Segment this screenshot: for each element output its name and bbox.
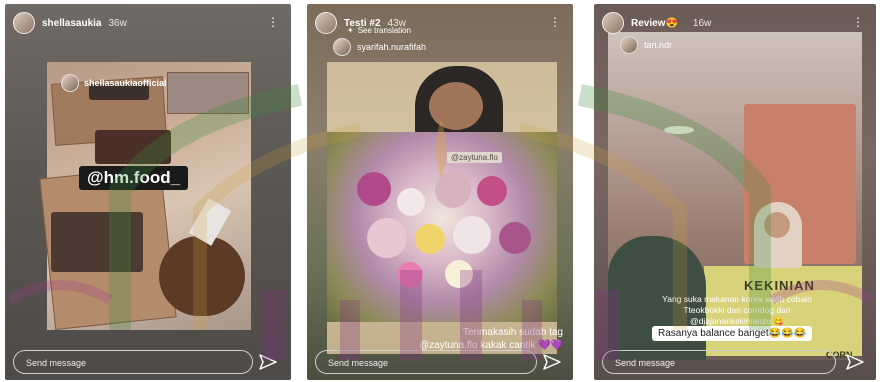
- avatar: [333, 38, 351, 56]
- flower: [453, 216, 491, 254]
- flower: [435, 172, 471, 208]
- flower: [499, 222, 531, 254]
- story-caption: Yang suka makanan korea wajib cobain Tte…: [652, 294, 822, 327]
- caption-line: Terimakasih sudah tag: [462, 327, 563, 338]
- avatar[interactable]: [315, 12, 337, 34]
- flower-bouquet: [327, 132, 557, 322]
- flower: [397, 188, 425, 216]
- avatar[interactable]: [602, 12, 624, 34]
- food-tray: [51, 212, 143, 272]
- story-caption: Terimakasih sudah tag @zaytuna.flo kakak…: [419, 326, 563, 352]
- food-tray: [95, 130, 171, 164]
- translation-label: See translation: [357, 26, 412, 35]
- story-header: Review😍 16w: [602, 12, 711, 34]
- story-photo: [39, 62, 251, 330]
- reply-input[interactable]: Send message: [602, 350, 836, 374]
- repost-username: syarifah.nurafifah: [357, 42, 427, 52]
- mention-username: shellasaukiaofficial: [84, 78, 167, 88]
- flower: [367, 218, 407, 258]
- flower: [397, 262, 423, 288]
- avatar[interactable]: [13, 12, 35, 34]
- avatar: [61, 74, 79, 92]
- food-box: [167, 72, 249, 114]
- caption-line: Yang suka makanan korea wajib cobain: [662, 294, 812, 304]
- translate-icon: ✦: [347, 26, 354, 35]
- mention-tag[interactable]: shellasaukiaofficial: [61, 74, 167, 92]
- story-card-2[interactable]: Testi #2 43w ⋮ ✦ See translation syarifa…: [307, 4, 573, 380]
- flower: [357, 172, 391, 206]
- story-card-3[interactable]: KEKINIAN CORN Review😍 16w ⋮ tari.ndr Yan…: [594, 4, 876, 380]
- send-icon[interactable]: [543, 354, 561, 370]
- story-card-1[interactable]: shellasaukia 36w ⋮ shellasaukiaofficial …: [5, 4, 291, 380]
- more-vertical-icon[interactable]: ⋮: [549, 16, 561, 28]
- username[interactable]: Review😍: [631, 18, 678, 29]
- banner-text: KEKINIAN: [744, 278, 815, 293]
- more-vertical-icon[interactable]: ⋮: [852, 16, 864, 28]
- caption-highlight: Rasanya balance banget😂😂😂: [652, 326, 812, 341]
- flower: [445, 260, 473, 288]
- reply-input[interactable]: Send message: [315, 350, 537, 374]
- mention-sticker[interactable]: @zaytuna.flo: [447, 152, 502, 163]
- send-icon[interactable]: [259, 354, 277, 370]
- send-icon[interactable]: [846, 354, 864, 370]
- person-face: [764, 212, 790, 238]
- story-header: shellasaukia 36w: [13, 12, 127, 34]
- food-plate: [159, 236, 245, 316]
- avatar: [620, 36, 638, 54]
- post-age: 16w: [692, 17, 712, 29]
- see-translation[interactable]: ✦ See translation: [347, 26, 411, 35]
- flower: [415, 224, 445, 254]
- flower: [477, 176, 507, 206]
- repost-username: tari.ndr: [644, 40, 673, 50]
- repost-attribution[interactable]: syarifah.nurafifah: [333, 38, 426, 56]
- post-age: 36w: [108, 17, 127, 29]
- mention-sticker[interactable]: @hm.food_: [79, 166, 189, 190]
- repost-attribution[interactable]: tari.ndr: [620, 36, 672, 54]
- person-face: [429, 82, 483, 130]
- username[interactable]: shellasaukia: [42, 18, 101, 29]
- ceiling-light: [664, 126, 694, 134]
- caption-line: Tteokbokki dan corndog dari: [683, 305, 791, 315]
- reply-input[interactable]: Send message: [13, 350, 253, 374]
- more-vertical-icon[interactable]: ⋮: [267, 16, 279, 28]
